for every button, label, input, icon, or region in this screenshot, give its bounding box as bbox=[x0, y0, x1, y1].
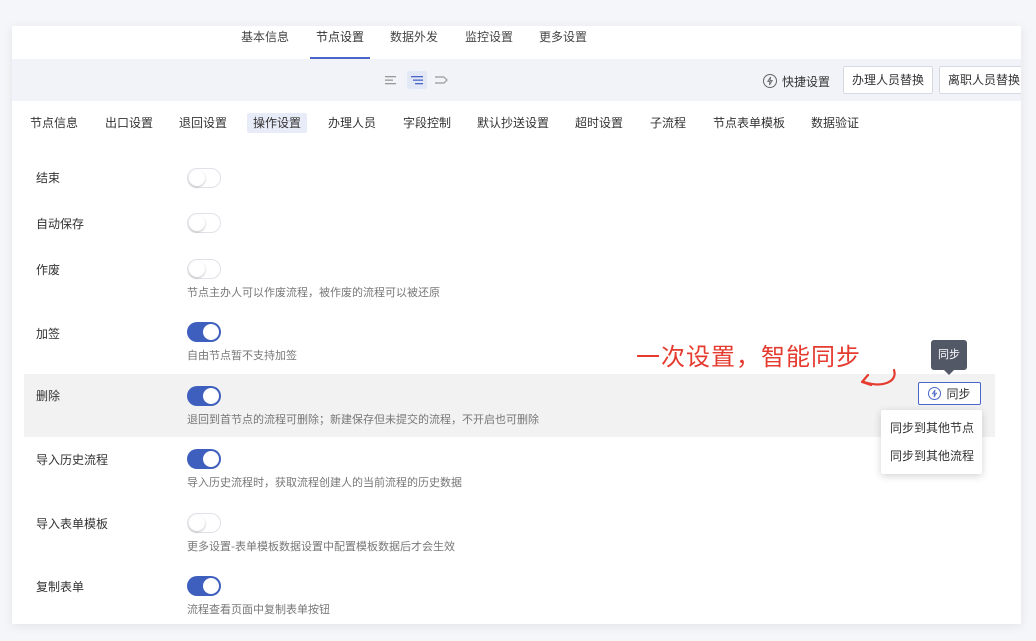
subtab-field-control[interactable]: 字段控制 bbox=[403, 113, 451, 133]
setting-row-end: 结束 bbox=[24, 154, 995, 200]
setting-row-void: 作废 节点主办人可以作废流程，被作废的流程可以被还原 bbox=[24, 246, 995, 310]
setting-row-delete: 删除 退回到首节点的流程可删除；新建保存但未提交的流程，不开启也可删除 bbox=[24, 374, 995, 437]
setting-row-autosave: 自动保存 bbox=[24, 200, 995, 246]
tab-data-dispatch[interactable]: 数据外发 bbox=[390, 26, 438, 59]
setting-description: 流程查看页面中复制表单按钮 bbox=[187, 603, 330, 616]
tab-monitor-settings[interactable]: 监控设置 bbox=[465, 26, 513, 59]
menu-item-sync-to-nodes[interactable]: 同步到其他节点 bbox=[890, 419, 974, 436]
setting-row-copy-form: 复制表单 流程查看页面中复制表单按钮 bbox=[24, 564, 995, 624]
annotation-text: 一次设置，智能同步 bbox=[636, 343, 861, 371]
sync-button[interactable]: 同步 bbox=[918, 382, 981, 405]
subtab-return-settings[interactable]: 退回设置 bbox=[179, 113, 227, 133]
replace-departed-button[interactable]: 离职人员替换 bbox=[939, 66, 1021, 94]
setting-label: 导入表单模板 bbox=[36, 517, 109, 531]
toolbar: 快捷设置 办理人员替换 离职人员替换 bbox=[12, 59, 1021, 101]
annotation-arrow-icon bbox=[860, 368, 896, 387]
toggle-delete[interactable] bbox=[187, 386, 221, 406]
setting-description: 导入历史流程时，获取流程创建人的当前流程的历史数据 bbox=[187, 476, 462, 489]
setting-description: 退回到首节点的流程可删除；新建保存但未提交的流程，不开启也可删除 bbox=[187, 413, 539, 426]
subtab-timeout-settings[interactable]: 超时设置 bbox=[575, 113, 623, 133]
tab-more-settings[interactable]: 更多设置 bbox=[539, 26, 587, 59]
subtab-subprocess[interactable]: 子流程 bbox=[650, 113, 686, 133]
bolt-icon bbox=[763, 74, 777, 88]
toggle-void[interactable] bbox=[187, 259, 221, 279]
setting-label: 作废 bbox=[36, 263, 61, 277]
setting-description: 更多设置-表单模板数据设置中配置模板数据后才会生效 bbox=[187, 540, 455, 553]
menu-item-sync-to-processes[interactable]: 同步到其他流程 bbox=[890, 447, 974, 464]
flow-view-icon[interactable] bbox=[431, 71, 451, 89]
toggle-copy-form[interactable] bbox=[187, 576, 221, 596]
subtab-handlers[interactable]: 办理人员 bbox=[328, 113, 376, 133]
subtab-data-validation[interactable]: 数据验证 bbox=[811, 113, 859, 133]
bolt-icon bbox=[928, 387, 942, 400]
top-tab-bar: 基本信息 节点设置 数据外发 监控设置 更多设置 bbox=[12, 26, 1021, 59]
toggle-end[interactable] bbox=[187, 168, 221, 188]
setting-label: 复制表单 bbox=[36, 580, 85, 594]
workflow-settings-panel: 基本信息 节点设置 数据外发 监控设置 更多设置 快捷设置 办理人员替换 离职人… bbox=[12, 26, 1021, 624]
subtab-node-form-template[interactable]: 节点表单模板 bbox=[713, 113, 785, 133]
quick-settings-label: 快捷设置 bbox=[782, 74, 831, 89]
setting-label: 删除 bbox=[36, 389, 61, 403]
toggle-import-form-template[interactable] bbox=[187, 513, 221, 533]
toggle-import-history[interactable] bbox=[187, 449, 221, 469]
align-left-icon[interactable] bbox=[381, 71, 401, 89]
toggle-autosave[interactable] bbox=[187, 213, 221, 233]
subtab-default-cc[interactable]: 默认抄送设置 bbox=[477, 113, 549, 133]
setting-description: 自由节点暂不支持加签 bbox=[187, 349, 297, 362]
toggle-countersign[interactable] bbox=[187, 322, 221, 342]
tab-node-settings[interactable]: 节点设置 bbox=[309, 26, 371, 59]
setting-row-import-history: 导入历史流程 导入历史流程时，获取流程创建人的当前流程的历史数据 bbox=[24, 437, 995, 501]
setting-description: 节点主办人可以作废流程，被作废的流程可以被还原 bbox=[187, 286, 440, 299]
sync-dropdown-menu: 同步到其他节点 同步到其他流程 bbox=[881, 410, 982, 474]
list-view-icon[interactable] bbox=[407, 71, 427, 89]
setting-label: 自动保存 bbox=[36, 217, 85, 231]
setting-label: 加签 bbox=[36, 327, 61, 341]
setting-row-import-form-template: 导入表单模板 更多设置-表单模板数据设置中配置模板数据后才会生效 bbox=[24, 501, 995, 564]
setting-label: 导入历史流程 bbox=[36, 453, 109, 467]
tab-basic-info[interactable]: 基本信息 bbox=[241, 26, 289, 59]
setting-label: 结束 bbox=[36, 171, 61, 185]
sync-tooltip: 同步 bbox=[931, 340, 967, 375]
subtab-exit-settings[interactable]: 出口设置 bbox=[105, 113, 153, 133]
subtab-node-info[interactable]: 节点信息 bbox=[30, 113, 78, 133]
replace-handler-button[interactable]: 办理人员替换 bbox=[843, 66, 934, 94]
quick-settings-button[interactable]: 快捷设置 bbox=[763, 72, 830, 90]
subtab-operation-settings[interactable]: 操作设置 bbox=[247, 113, 308, 133]
sub-tab-bar: 节点信息 出口设置 退回设置 操作设置 办理人员 字段控制 默认抄送设置 超时设… bbox=[12, 101, 1021, 141]
sync-button-label: 同步 bbox=[946, 387, 971, 401]
